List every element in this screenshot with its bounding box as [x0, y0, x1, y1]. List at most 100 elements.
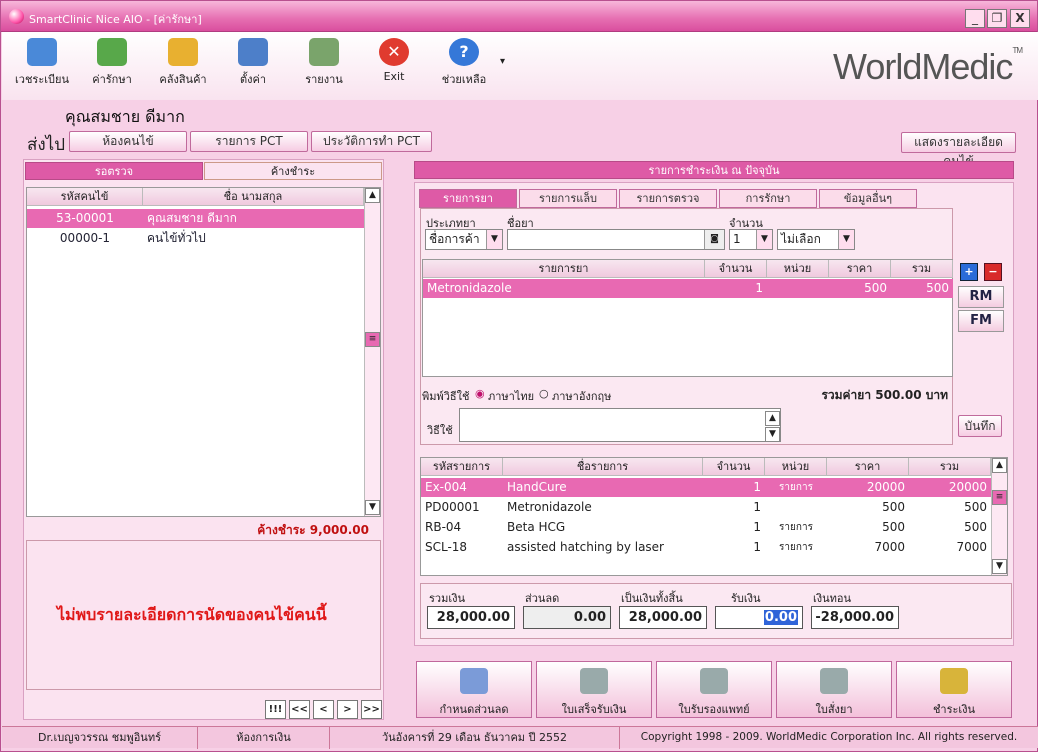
pct-history-button[interactable]: ประวัติการทำ PCT — [311, 131, 432, 152]
item-unit — [765, 498, 827, 517]
items-scrollbar[interactable]: ▲ ≡ ▼ — [991, 458, 1007, 575]
tab-labs[interactable]: รายการแล็บ — [519, 189, 617, 208]
tb-help-button[interactable]: ? ช่วยเหลือ — [432, 38, 496, 88]
close-button[interactable]: X — [1010, 9, 1030, 28]
item-total: 20000 — [948, 480, 987, 494]
radio-eng-icon[interactable]: ○ — [539, 387, 549, 400]
action-label: กำหนดส่วนลด — [439, 703, 509, 716]
table-row[interactable]: Ex-004 HandCure 1 รายการ 20000 20000 — [421, 478, 991, 497]
col-price[interactable]: ราคา — [827, 458, 909, 476]
option-select[interactable]: ไม่เลือก ▼ — [777, 229, 855, 250]
maximize-button[interactable]: ❐ — [987, 9, 1007, 28]
col-total[interactable]: รวม — [909, 458, 991, 476]
table-row[interactable]: 53-00001 คุณสมชาย ดีมาก — [27, 209, 364, 228]
col-price[interactable]: ราคา — [829, 260, 891, 278]
change-value: -28,000.00 — [811, 606, 899, 629]
lang-thai-label: ภาษาไทย — [488, 390, 535, 403]
drug-search-icon[interactable]: ◙ — [704, 230, 724, 249]
settings-icon — [238, 38, 268, 66]
chevron-down-icon[interactable]: ▼ — [756, 230, 772, 249]
item-price: 500 — [882, 500, 905, 514]
tb-charges-button[interactable]: ค่ารักษา — [80, 38, 144, 88]
patient-name: คุณสมชาย ดีมาก — [65, 107, 185, 126]
col-item-name[interactable]: ชื่อรายการ — [503, 458, 703, 476]
medical-cert-button[interactable]: ใบรับรองแพทย์ — [656, 661, 772, 718]
col-unit[interactable]: หน่วย — [767, 260, 829, 278]
col-drug[interactable]: รายการยา — [423, 260, 705, 278]
patient-room-button[interactable]: ห้องคนไข้ — [69, 131, 187, 152]
col-unit[interactable]: หน่วย — [765, 458, 827, 476]
col-total[interactable]: รวม — [891, 260, 953, 278]
scroll-up-icon[interactable]: ▲ — [992, 458, 1007, 473]
nav-first-button[interactable]: !!! — [265, 700, 286, 719]
patient-details-button[interactable]: แสดงรายละเอียดคนไข้ — [901, 132, 1016, 168]
col-patient-id[interactable]: รหัสคนไข้ — [27, 188, 143, 206]
tab-diagnosis[interactable]: รายการตรวจวินิจฉัย — [619, 189, 717, 223]
drug-name-input[interactable]: ◙ — [507, 229, 725, 250]
pay-button[interactable]: ชำระเงิน — [896, 661, 1012, 718]
tb-exit-button[interactable]: ✕ Exit — [362, 38, 426, 83]
worldmedic-logo: WorldMedicTM — [833, 46, 1023, 88]
minimize-button[interactable]: _ — [965, 9, 985, 28]
chevron-down-icon[interactable]: ▼ — [486, 230, 502, 249]
pct-list-button[interactable]: รายการ PCT — [190, 131, 308, 152]
prescription-button[interactable]: ใบสั่งยา — [776, 661, 892, 718]
table-row[interactable]: RB-04 Beta HCG 1 รายการ 500 500 — [421, 518, 991, 537]
net-label: เป็นเงินทั้งสิ้น — [621, 592, 683, 605]
printer-icon — [820, 668, 848, 694]
tab-waiting[interactable]: รอตรวจ — [25, 162, 203, 180]
scroll-up-icon[interactable]: ▲ — [765, 411, 780, 426]
tb-inventory-button[interactable]: คลังสินค้า — [151, 38, 215, 88]
scroll-down-icon[interactable]: ▼ — [365, 500, 380, 515]
radio-thai-icon[interactable]: ◉ — [475, 387, 485, 400]
col-qty[interactable]: จำนวน — [703, 458, 765, 476]
scroll-thumb[interactable]: ≡ — [365, 332, 380, 347]
status-bar: Dr.เบญจวรรณ ชมพูอินทร์ ห้องการเงิน วันอั… — [2, 726, 1038, 749]
toolbar-more-icon[interactable]: ▾ — [500, 56, 505, 67]
tab-other[interactable]: ข้อมูลอื่นๆ — [819, 189, 917, 208]
tb-label: ช่วยเหลือ — [441, 73, 487, 86]
tb-medical-records-button[interactable]: เวชระเบียน — [10, 38, 74, 88]
chevron-down-icon[interactable]: ▼ — [838, 230, 854, 249]
received-input[interactable]: 0.00 — [715, 606, 803, 629]
tab-treatment[interactable]: การรักษา — [719, 189, 817, 208]
col-qty[interactable]: จำนวน — [705, 260, 767, 278]
drug-tab-content: ประเภทยา ชื่อยา จำนวน ชื่อการค้า ▼ ◙ 1 ▼ ไ… — [420, 208, 953, 445]
save-button[interactable]: บันทึก — [958, 415, 1002, 437]
usage-textarea[interactable] — [459, 408, 781, 442]
nav-prev-page-button[interactable]: << — [289, 700, 310, 719]
nav-last-button[interactable]: >> — [361, 700, 382, 719]
delete-icon[interactable]: − — [984, 263, 1002, 281]
table-row[interactable]: PD00001 Metronidazole 1 500 500 — [421, 498, 991, 517]
receipt-button[interactable]: ใบเสร็จรับเงิน — [536, 661, 652, 718]
nav-next-button[interactable]: > — [337, 700, 358, 719]
scroll-down-icon[interactable]: ▼ — [765, 427, 780, 442]
rm-button[interactable]: RM — [958, 286, 1004, 308]
add-icon[interactable]: + — [960, 263, 978, 281]
item-unit: รายการ — [779, 482, 813, 493]
scroll-up-icon[interactable]: ▲ — [365, 188, 380, 203]
window-title: SmartClinic Nice AIO - [ค่ารักษา] — [29, 13, 202, 26]
col-patient-name[interactable]: ชื่อ นามสกุล — [143, 188, 364, 206]
scroll-thumb[interactable]: ≡ — [992, 490, 1007, 505]
tb-settings-button[interactable]: ตั้งค่า — [221, 38, 285, 88]
patient-scrollbar[interactable]: ▲ ≡ ▼ — [364, 188, 380, 516]
col-item-code[interactable]: รหัสรายการ — [421, 458, 503, 476]
item-unit: รายการ — [779, 542, 813, 553]
scroll-down-icon[interactable]: ▼ — [992, 559, 1007, 574]
tb-report-button[interactable]: รายงาน — [292, 38, 356, 88]
set-discount-button[interactable]: กำหนดส่วนลด — [416, 661, 532, 718]
tab-drugs[interactable]: รายการยา — [419, 189, 517, 208]
tab-outstanding[interactable]: ค้างชำระ — [204, 162, 382, 180]
printer-icon — [700, 668, 728, 694]
drug-type-select[interactable]: ชื่อการค้า ▼ — [425, 229, 503, 250]
nav-prev-button[interactable]: < — [313, 700, 334, 719]
table-row[interactable]: 00000-1 คนไข้ทั่วไป — [27, 229, 364, 248]
qty-select[interactable]: 1 ▼ — [729, 229, 773, 250]
table-row[interactable]: Metronidazole 1 500 500 — [423, 279, 953, 298]
fm-button[interactable]: FM — [958, 310, 1004, 332]
item-price: 500 — [882, 520, 905, 534]
patient-id: 53-00001 — [56, 211, 114, 225]
status-doctor: Dr.เบญจวรรณ ชมพูอินทร์ — [2, 727, 198, 749]
table-row[interactable]: SCL-18 assisted hatching by laser 1 รายก… — [421, 538, 991, 557]
